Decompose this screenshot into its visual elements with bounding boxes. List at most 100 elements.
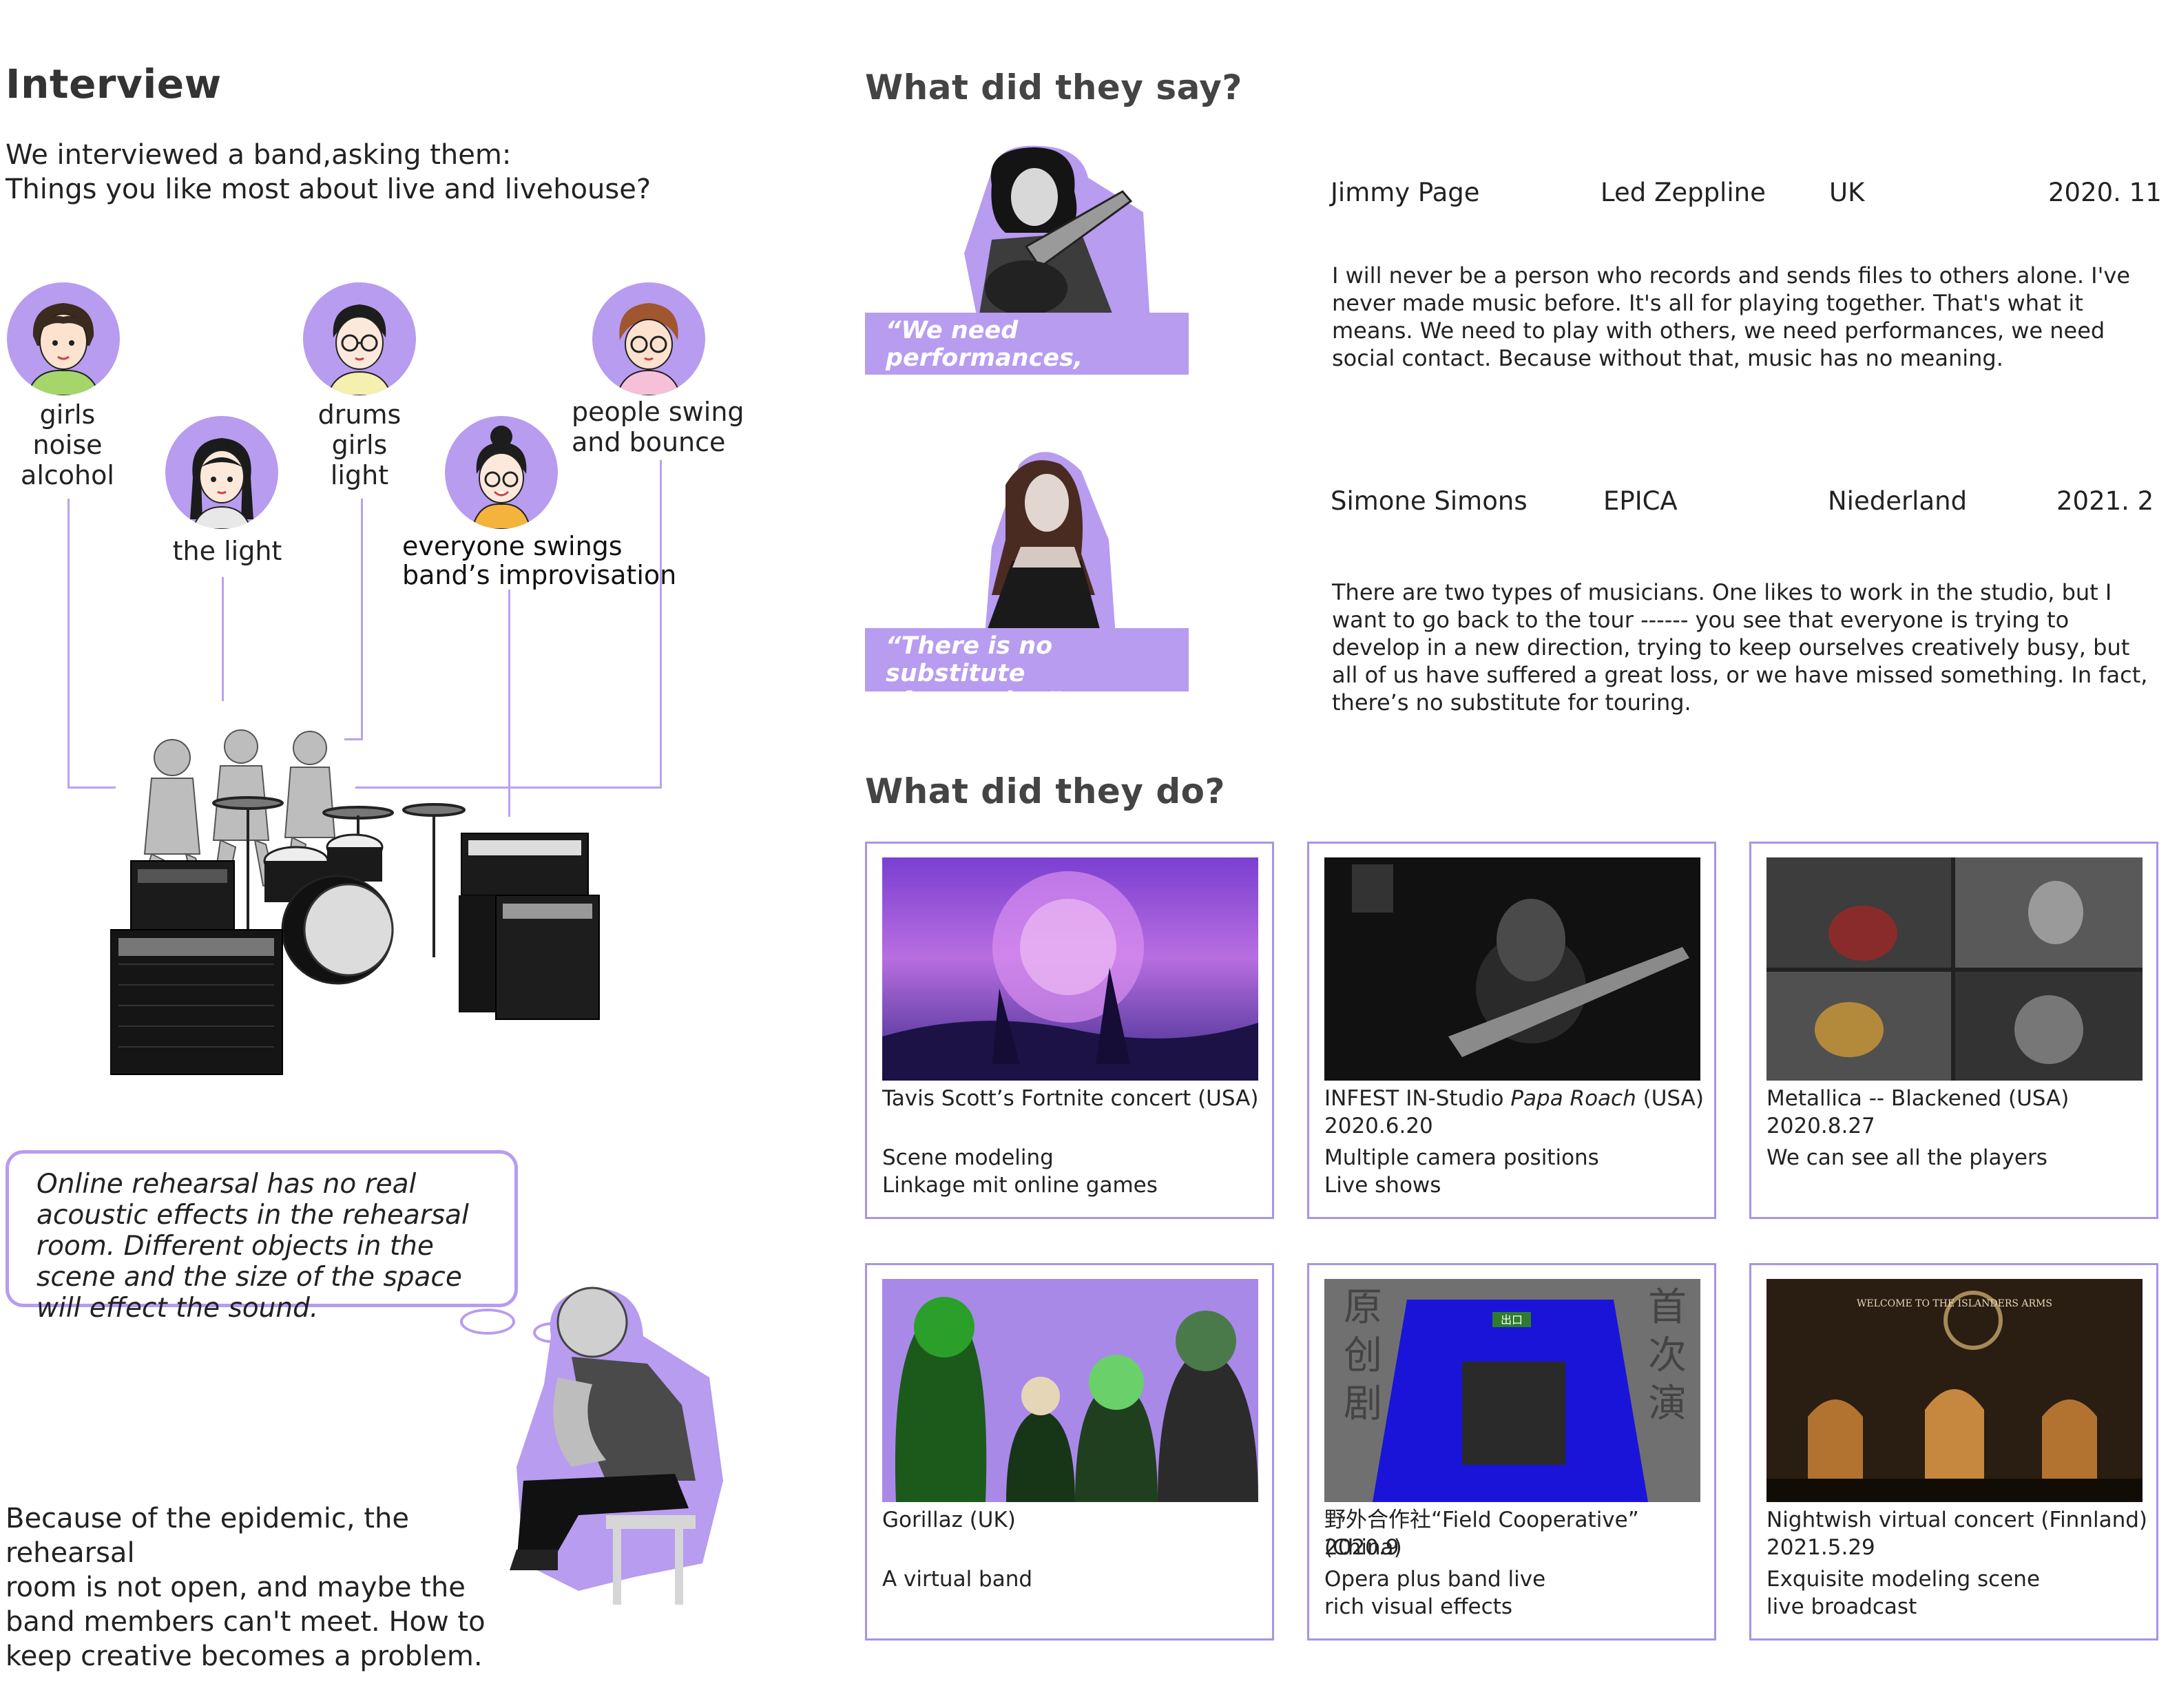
jimmy-page-statement: I will never be a person who records and… (1332, 262, 2131, 371)
thought-bubble-text: Online rehearsal has no real acoustic ef… (37, 1169, 469, 1324)
quote-line: “There is no substitute (886, 632, 1053, 687)
do-section-title: What did they do? (865, 771, 1225, 811)
interview-title: Interview (6, 61, 222, 107)
jimmy-page-quote: “We need performances, we need social co… (865, 313, 1189, 427)
member-face-icon (616, 303, 682, 395)
band-member-avatar-2 (165, 416, 278, 529)
connector-line (67, 499, 70, 788)
band-member-avatar-4 (445, 416, 558, 529)
svg-text:演: 演 (1648, 1382, 1687, 1426)
simone-simons-statement: There are two types of musicians. One li… (1332, 579, 2148, 716)
jimmy-page-band: Led Zeppline (1601, 178, 1766, 207)
papa-roach-studio-image (1324, 857, 1700, 1081)
answer-line: girls (331, 430, 388, 460)
card-line1: Opera plus band live (1324, 1567, 1546, 1592)
simone-simons-country: Niederland (1828, 486, 1968, 516)
answer-line: the light (172, 536, 282, 566)
case-card-field-cooperative[interactable]: 出口 原 创 剧 首 次 演 野外合作社“Field Cooperative” … (1307, 1263, 1716, 1641)
jimmy-page-country: UK (1829, 178, 1865, 207)
jimmy-page-portrait (950, 143, 1157, 322)
case-card-metallica[interactable]: Metallica -- Blackened (USA) 2020.8.27 W… (1749, 842, 2158, 1219)
band-member-avatar-5 (592, 282, 705, 395)
problem-line: Because of the epidemic, the rehearsal (6, 1503, 409, 1569)
card-title: Tavis Scott’s Fortnite concert (USA) (882, 1086, 1259, 1111)
case-card-fortnite[interactable]: Tavis Scott’s Fortnite concert (USA) Sce… (865, 842, 1274, 1219)
svg-text:次: 次 (1648, 1333, 1687, 1378)
answer-3: drums girls light (291, 399, 428, 490)
card-date: 2021.5.29 (1766, 1535, 1875, 1560)
band-equipment-illustration (110, 723, 634, 1081)
jimmy-page-date: 2020. 11 (2048, 178, 2162, 207)
svg-text:出口: 出口 (1501, 1313, 1523, 1326)
card-line2: live broadcast (1766, 1594, 1917, 1619)
connector-line (660, 460, 662, 788)
simone-simons-quote: “There is no substitute for touring” (865, 628, 1189, 715)
card-line1: Multiple camera positions (1324, 1145, 1599, 1170)
field-cooperative-stage-image: 出口 原 创 剧 首 次 演 (1324, 1279, 1700, 1502)
card-line1: Exquisite modeling scene (1766, 1567, 2041, 1592)
answer-line: girls (39, 399, 96, 430)
say-section-title: What did they say? (865, 67, 1242, 107)
svg-text:原: 原 (1344, 1285, 1382, 1330)
answer-line: band’s improvisation (402, 560, 677, 590)
thinking-musician-photo (496, 1274, 730, 1605)
simone-simons-portrait (944, 444, 1150, 636)
problem-line: keep creative becomes a problem. (6, 1641, 483, 1672)
member-face-icon (471, 426, 532, 529)
answer-line: and bounce (572, 427, 726, 457)
svg-text:首: 首 (1648, 1285, 1687, 1330)
connector-line (222, 577, 224, 701)
answer-2: the light (152, 536, 303, 566)
card-title: INFEST IN-Studio Papa Roach (USA) (1324, 1086, 1704, 1111)
jimmy-page-name: Jimmy Page (1331, 178, 1480, 207)
answer-5: people swing and bounce (572, 397, 751, 457)
member-face-icon (26, 303, 101, 395)
card-title: Nightwish virtual concert (Finnland) (1766, 1508, 2148, 1532)
card-line2: Linkage mit online games (882, 1173, 1158, 1198)
answer-1: girls noise alcohol (0, 399, 135, 490)
answer-line: alcohol (21, 460, 114, 490)
fortnite-concert-image (882, 857, 1258, 1081)
answer-4: everyone swings band’s improvisation (402, 532, 676, 590)
card-title: Gorillaz (UK) (882, 1508, 1016, 1532)
card-line2: rich visual effects (1324, 1594, 1512, 1619)
band-member-avatar-3 (303, 282, 416, 395)
card-line1: We can see all the players (1766, 1145, 2047, 1170)
member-face-icon (326, 304, 393, 395)
problem-statement: Because of the epidemic, the rehearsal r… (6, 1501, 501, 1674)
band-member-avatar-1 (7, 282, 120, 395)
card-line1: Scene modeling (882, 1145, 1054, 1170)
simone-simons-name: Simone Simons (1331, 486, 1528, 516)
case-card-nightwish[interactable]: WELCOME TO THE ISLANDERS ARMS Nightwish … (1749, 1263, 2158, 1641)
thought-bubble: Online rehearsal has no real acoustic ef… (6, 1150, 518, 1324)
svg-text:WELCOME TO THE ISLANDERS ARMS: WELCOME TO THE ISLANDERS ARMS (1857, 1298, 2052, 1309)
card-line2: Live shows (1324, 1173, 1441, 1198)
answer-line: everyone swings (402, 531, 623, 561)
card-line1: A virtual band (882, 1567, 1033, 1592)
metallica-split-screen-image (1766, 857, 2143, 1081)
answer-line: light (330, 460, 389, 490)
simone-simons-band: EPICA (1603, 486, 1678, 516)
nightwish-virtual-tavern-image: WELCOME TO THE ISLANDERS ARMS (1766, 1279, 2143, 1502)
connector-line (67, 787, 116, 789)
problem-line: room is not open, and maybe the (6, 1572, 466, 1603)
card-title: Metallica -- Blackened (USA) (1766, 1086, 2070, 1111)
card-date: 2020.8.27 (1766, 1114, 1875, 1138)
quote-line: for touring” (899, 687, 1063, 715)
interview-intro-line1: We interviewed a band,asking them: (6, 139, 512, 171)
quote-line: “We need performances, (886, 317, 1083, 372)
card-date: 2020.6.20 (1324, 1114, 1433, 1138)
card-date: 2020.9 (1324, 1535, 1399, 1560)
svg-text:剧: 剧 (1344, 1382, 1382, 1426)
interview-intro-line2: Things you like most about live and live… (6, 174, 652, 205)
svg-text:创: 创 (1344, 1333, 1382, 1378)
problem-line: band members can't meet. How to (6, 1606, 486, 1638)
case-card-papa-roach[interactable]: INFEST IN-Studio Papa Roach (USA) 2020.6… (1307, 842, 1716, 1219)
member-face-icon (190, 438, 253, 529)
answer-line: people swing (572, 397, 744, 427)
answer-line: drums (317, 399, 402, 430)
gorillaz-image (882, 1279, 1258, 1502)
simone-simons-date: 2021. 2 (2056, 486, 2154, 516)
answer-line: noise (32, 430, 103, 460)
case-card-gorillaz[interactable]: Gorillaz (UK) A virtual band (865, 1263, 1274, 1641)
